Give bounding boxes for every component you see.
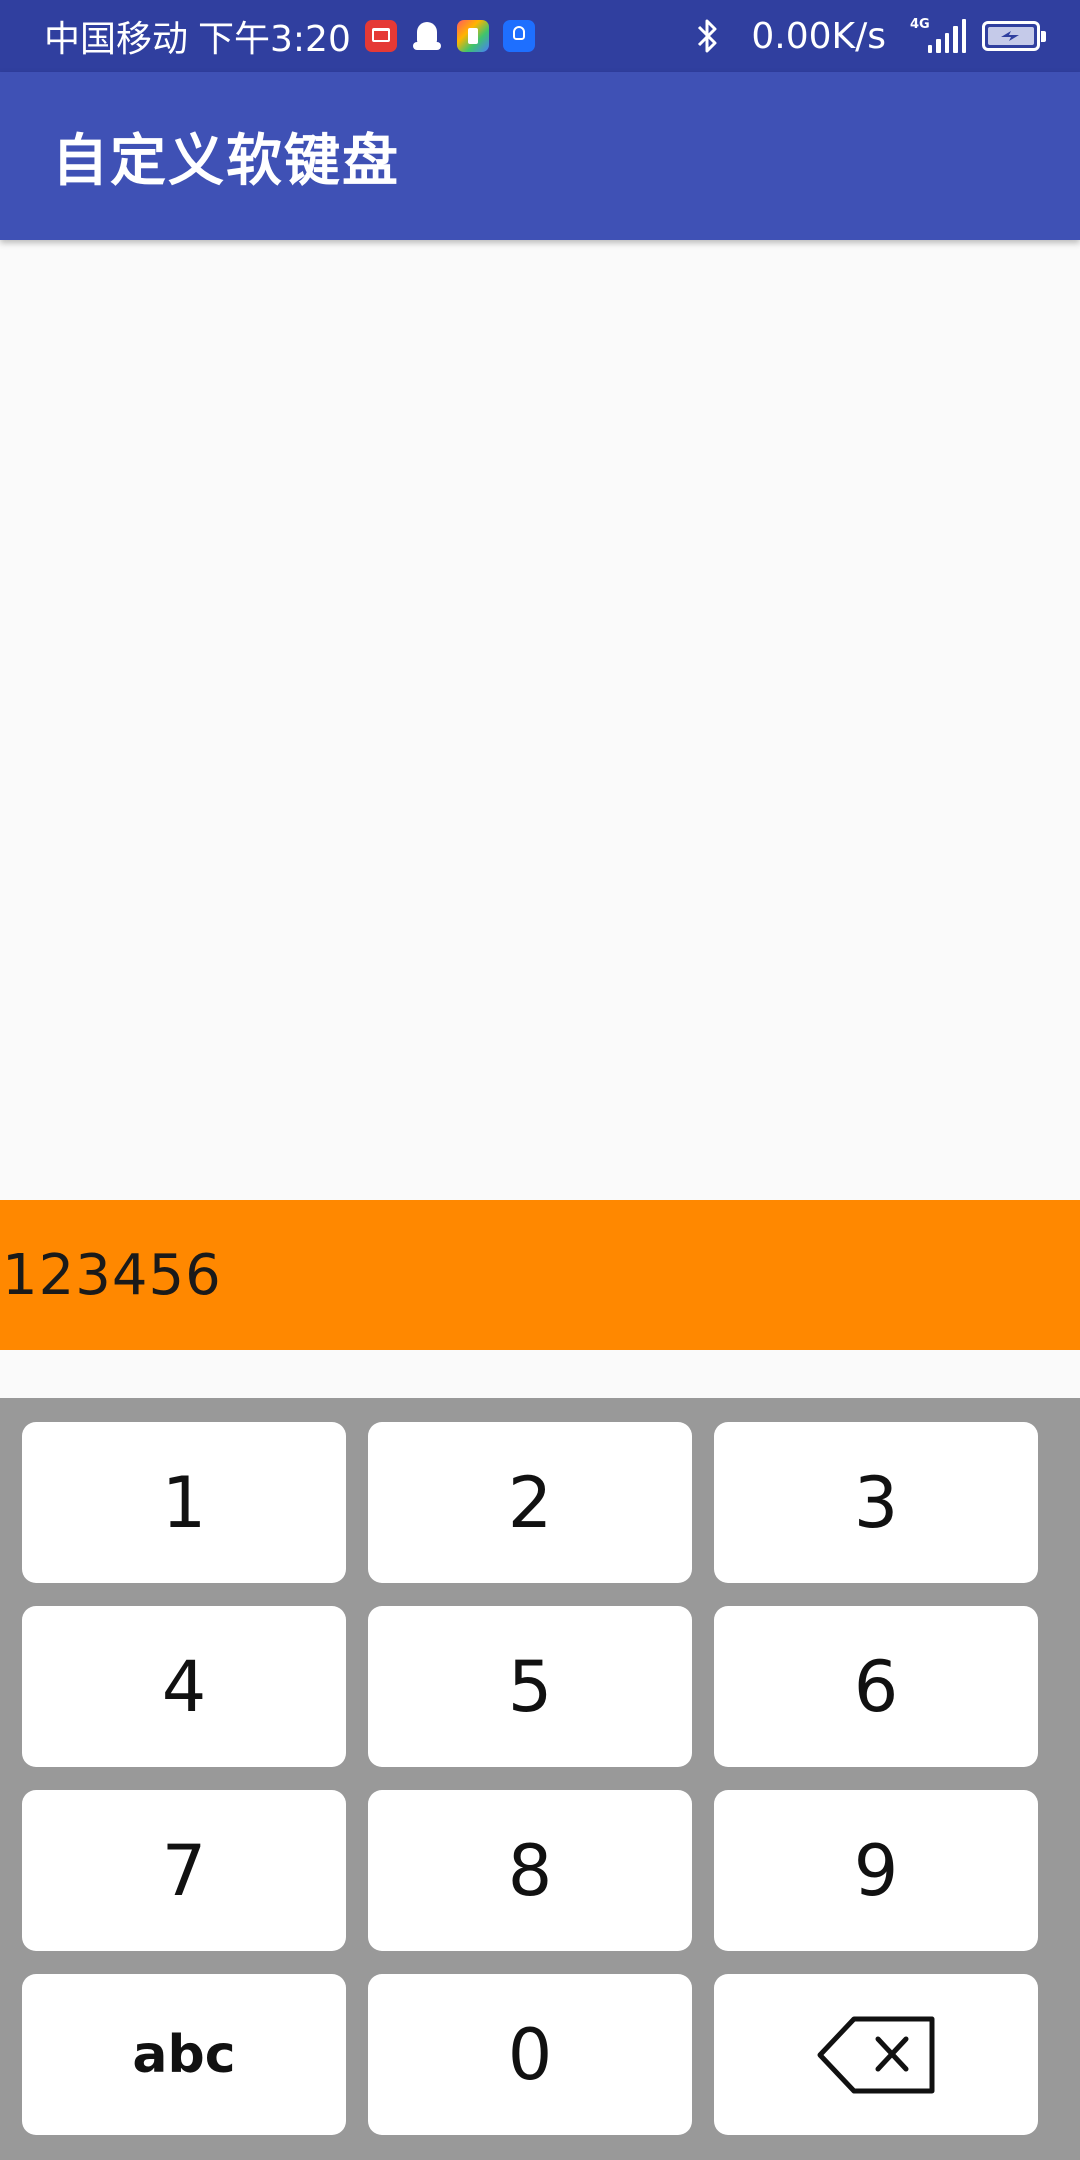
- app-bar: 自定义软键盘: [0, 72, 1080, 240]
- key-abc[interactable]: abc: [22, 1974, 346, 2135]
- key-9[interactable]: 9: [714, 1790, 1038, 1951]
- backspace-icon: [817, 2016, 935, 2093]
- key-8[interactable]: 8: [368, 1790, 692, 1951]
- key-3[interactable]: 3: [714, 1422, 1038, 1583]
- book-icon: [364, 20, 397, 52]
- soft-keyboard: 1 2 3 4 5 6 7 8 9 abc 0: [0, 1398, 1080, 2160]
- key-4[interactable]: 4: [22, 1606, 346, 1767]
- app-icon: [456, 20, 489, 52]
- qq-icon: [411, 20, 443, 52]
- key-5[interactable]: 5: [368, 1606, 692, 1767]
- battery-icon: [982, 21, 1046, 51]
- key-2[interactable]: 2: [368, 1422, 692, 1583]
- status-left: 中国移动 下午3:20: [44, 10, 535, 62]
- screen: 中国移动 下午3:20 0.00K/s 4G 自定义软键盘 123456 1 2…: [0, 0, 1080, 2160]
- input-value: 123456: [2, 1242, 222, 1308]
- network-type: 4G: [910, 17, 930, 32]
- status-right: 0.00K/s 4G: [695, 15, 1046, 57]
- key-7[interactable]: 7: [22, 1790, 346, 1951]
- net-speed: 0.00K/s: [751, 15, 886, 57]
- page-title: 自定义软键盘: [52, 128, 400, 194]
- signal-icon: 4G: [910, 17, 967, 53]
- status-bar: 中国移动 下午3:20 0.00K/s 4G: [0, 0, 1080, 72]
- key-1[interactable]: 1: [22, 1422, 346, 1583]
- carrier-label: 中国移动: [44, 19, 189, 60]
- key-0[interactable]: 0: [368, 1974, 692, 2135]
- number-input[interactable]: 123456: [0, 1200, 1080, 1350]
- key-6[interactable]: 6: [714, 1606, 1038, 1767]
- bulb-icon: [502, 20, 535, 52]
- delete-key[interactable]: [714, 1974, 1038, 2135]
- status-time: 下午3:20: [198, 19, 351, 60]
- bluetooth-icon: [698, 19, 717, 53]
